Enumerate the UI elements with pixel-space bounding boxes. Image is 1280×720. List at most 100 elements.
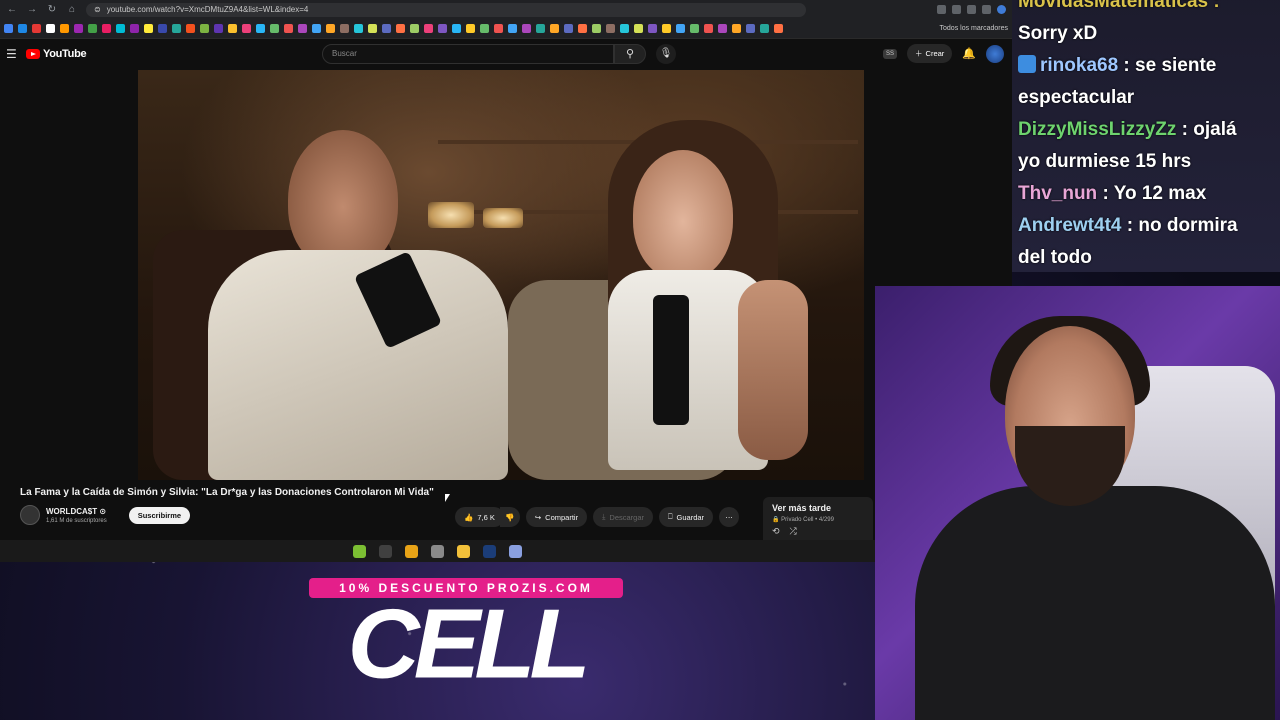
bookmark-icon[interactable] bbox=[480, 24, 489, 33]
bookmark-icon[interactable] bbox=[32, 24, 41, 33]
channel-avatar[interactable] bbox=[20, 505, 40, 525]
bookmark-icon[interactable] bbox=[116, 24, 125, 33]
share-button[interactable]: ↪ Compartir bbox=[525, 507, 588, 527]
reload-icon[interactable]: ↻ bbox=[46, 4, 58, 15]
youtube-logo[interactable]: YouTube bbox=[26, 48, 87, 60]
account-avatar[interactable] bbox=[986, 44, 1004, 63]
video-player[interactable] bbox=[138, 70, 864, 480]
notifications-bell-icon[interactable]: 🔔 bbox=[962, 47, 976, 60]
forward-icon[interactable]: → bbox=[26, 4, 38, 15]
bookmark-icon[interactable] bbox=[130, 24, 139, 33]
chat-username[interactable]: DizzyMissLizzyZz bbox=[1018, 119, 1176, 140]
bookmark-icon[interactable] bbox=[676, 24, 685, 33]
bookmark-icon[interactable] bbox=[60, 24, 69, 33]
back-icon[interactable]: ← bbox=[6, 4, 18, 15]
bookmark-icon[interactable] bbox=[396, 24, 405, 33]
extension-icon[interactable] bbox=[952, 5, 961, 14]
extension-icon[interactable] bbox=[967, 5, 976, 14]
bookmark-icon[interactable] bbox=[690, 24, 699, 33]
subscribe-button[interactable]: Suscribirme bbox=[128, 506, 191, 524]
folder-icon[interactable] bbox=[457, 544, 470, 558]
bookmark-icon[interactable] bbox=[634, 24, 643, 33]
bookmark-icon[interactable] bbox=[200, 24, 209, 33]
bookmark-icon[interactable] bbox=[74, 24, 83, 33]
bookmark-icon[interactable] bbox=[438, 24, 447, 33]
bookmark-icon[interactable] bbox=[102, 24, 111, 33]
bookmark-icon[interactable] bbox=[760, 24, 769, 33]
extension-icon[interactable] bbox=[937, 5, 946, 14]
more-actions-button[interactable]: ⋯ bbox=[719, 507, 740, 527]
bookmark-icon[interactable] bbox=[144, 24, 153, 33]
bookmark-icon[interactable] bbox=[46, 24, 55, 33]
download-button[interactable]: ⤓ Descargar bbox=[593, 507, 654, 527]
bookmark-icon[interactable] bbox=[4, 24, 13, 33]
bookmark-icon[interactable] bbox=[732, 24, 741, 33]
app-icon[interactable] bbox=[431, 544, 444, 558]
dislike-button[interactable]: 👎 bbox=[499, 507, 520, 527]
bookmark-icon[interactable] bbox=[508, 24, 517, 33]
like-button[interactable]: 👍 7,6 K bbox=[455, 507, 504, 527]
bookmark-icon[interactable] bbox=[410, 24, 419, 33]
bookmark-icon[interactable] bbox=[662, 24, 671, 33]
discord-icon[interactable] bbox=[509, 544, 522, 558]
all-bookmarks-folder[interactable]: Todos los marcadores bbox=[940, 25, 1008, 32]
bookmark-icon[interactable] bbox=[256, 24, 265, 33]
bookmark-icon[interactable] bbox=[550, 24, 559, 33]
bookmark-icon[interactable] bbox=[284, 24, 293, 33]
bookmark-icon[interactable] bbox=[522, 24, 531, 33]
bookmark-icon[interactable] bbox=[466, 24, 475, 33]
bookmark-icon[interactable] bbox=[326, 24, 335, 33]
bookmark-icon[interactable] bbox=[298, 24, 307, 33]
bookmark-icon[interactable] bbox=[214, 24, 223, 33]
chat-username[interactable]: Andrewt4t4 bbox=[1018, 215, 1121, 236]
bookmark-icon[interactable] bbox=[494, 24, 503, 33]
menu-icon[interactable]: ☰ bbox=[6, 47, 20, 61]
bookmark-icon[interactable] bbox=[606, 24, 615, 33]
chat-username[interactable]: rinoka68 bbox=[1040, 55, 1118, 76]
bookmark-icon[interactable] bbox=[340, 24, 349, 33]
bookmark-icon[interactable] bbox=[368, 24, 377, 33]
bookmark-icon[interactable] bbox=[536, 24, 545, 33]
voice-search-button[interactable]: 🎙 bbox=[656, 44, 676, 64]
bookmark-icon[interactable] bbox=[158, 24, 167, 33]
bookmark-icon[interactable] bbox=[228, 24, 237, 33]
bookmark-icon[interactable] bbox=[18, 24, 27, 33]
search-button[interactable]: ⚲ bbox=[614, 44, 646, 64]
bookmark-icon[interactable] bbox=[452, 24, 461, 33]
save-button[interactable]: ⎕ Guardar bbox=[659, 507, 714, 527]
create-button[interactable]: ＋ Crear bbox=[907, 44, 953, 63]
shuffle-icon[interactable]: ⤮ bbox=[790, 526, 797, 537]
bookmark-icon[interactable] bbox=[620, 24, 629, 33]
bookmark-icon[interactable] bbox=[186, 24, 195, 33]
chat-username[interactable]: Thv_nun bbox=[1018, 183, 1097, 204]
channel-name[interactable]: WORLDCA$T ⊙ bbox=[46, 507, 107, 516]
site-info-icon[interactable]: ⊜ bbox=[94, 3, 101, 17]
bookmark-icon[interactable] bbox=[354, 24, 363, 33]
bookmark-icon[interactable] bbox=[746, 24, 755, 33]
bookmark-icon[interactable] bbox=[424, 24, 433, 33]
photoshop-icon[interactable] bbox=[483, 544, 496, 558]
bookmark-icon[interactable] bbox=[270, 24, 279, 33]
bookmark-icon[interactable] bbox=[704, 24, 713, 33]
bookmark-icon[interactable] bbox=[382, 24, 391, 33]
bookmark-icon[interactable] bbox=[578, 24, 587, 33]
bookmark-icon[interactable] bbox=[718, 24, 727, 33]
home-icon[interactable]: ⌂ bbox=[66, 4, 78, 15]
bookmark-icon[interactable] bbox=[242, 24, 251, 33]
profile-icon[interactable] bbox=[997, 5, 1006, 14]
bookmark-icon[interactable] bbox=[564, 24, 573, 33]
bookmark-icon[interactable] bbox=[648, 24, 657, 33]
loop-icon[interactable]: ⟲ bbox=[772, 526, 780, 537]
bookmark-icon[interactable] bbox=[592, 24, 601, 33]
chrome-icon[interactable] bbox=[405, 544, 418, 558]
playlist-panel[interactable]: Ver más tarde 🔒 Privado Cell • 4/299 ⟲ ⤮ bbox=[763, 497, 873, 541]
bookmark-icon[interactable] bbox=[312, 24, 321, 33]
search-input[interactable]: Buscar bbox=[322, 44, 614, 64]
bookmark-icon[interactable] bbox=[774, 24, 783, 33]
xbox-icon[interactable] bbox=[353, 544, 366, 558]
obs-icon[interactable] bbox=[379, 544, 392, 558]
extension-icon[interactable] bbox=[982, 5, 991, 14]
address-bar[interactable]: ⊜ youtube.com/watch?v=XmcDMtuZ9A4&list=W… bbox=[86, 2, 806, 17]
bookmark-icon[interactable] bbox=[172, 24, 181, 33]
bookmark-icon[interactable] bbox=[88, 24, 97, 33]
